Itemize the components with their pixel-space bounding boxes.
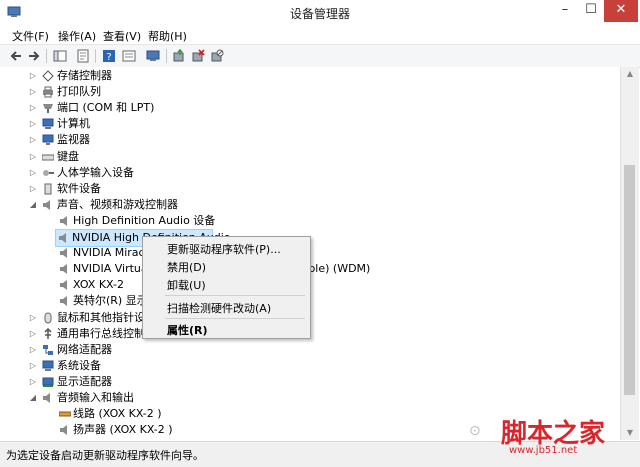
usb-icon <box>44 327 52 339</box>
properties-icon[interactable] <box>76 49 90 63</box>
expand-arrow-icon[interactable]: ▷ <box>28 100 38 116</box>
network-icon <box>43 344 53 355</box>
tree-item-label: 网络适配器 <box>57 342 112 356</box>
tree-item-label: 端口 (COM 和 LPT) <box>57 101 155 115</box>
tree-item-label: 打印队列 <box>57 85 101 99</box>
computer-icon <box>42 118 54 130</box>
svg-text:?: ? <box>106 52 111 63</box>
tree-item-label: 扬声器 (XOX KX-2 ) <box>73 423 173 437</box>
tree-item-label: 显示适配器 <box>57 374 112 388</box>
close-button[interactable]: ✕ <box>604 0 638 22</box>
expand-arrow-icon[interactable]: ▷ <box>28 165 38 181</box>
context-update-driver[interactable]: 更新驱动程序软件(P)... <box>167 241 281 257</box>
monitor-icon <box>42 134 54 146</box>
tree-item-label: High Definition Audio 设备 <box>73 213 216 227</box>
expand-arrow-icon[interactable]: ▷ <box>28 374 38 390</box>
speaker-icon <box>60 248 67 259</box>
display-adapter-icon <box>42 377 54 387</box>
expand-arrow-icon[interactable]: ▷ <box>28 116 38 132</box>
window-title: 设备管理器 <box>289 7 350 21</box>
speaker-icon <box>59 233 66 243</box>
audio-io-icon <box>43 393 50 403</box>
context-disable[interactable]: 禁用(D) <box>167 259 206 275</box>
menu-action[interactable]: 操作(A) <box>58 28 96 44</box>
speaker-icon <box>60 280 67 291</box>
update-driver-icon[interactable] <box>172 49 186 63</box>
tree-item-label: 人体学输入设备 <box>57 165 134 179</box>
speaker-icon <box>60 215 67 226</box>
tree-item-label: 监视器 <box>57 133 90 147</box>
watermark: ⊙ 脚本之家 www.jb51.net <box>443 413 640 463</box>
expand-arrow-icon[interactable]: ▷ <box>28 68 38 84</box>
expand-arrow-icon[interactable]: ▷ <box>28 149 38 165</box>
tree-item-label: 软件设备 <box>57 181 101 195</box>
title-bar: 设备管理器 – ☐ ✕ <box>0 0 640 26</box>
printer-icon <box>43 86 53 98</box>
disable-device-icon[interactable] <box>210 49 224 63</box>
scrollbar-thumb[interactable] <box>624 165 635 395</box>
tree-item-label: 声音、视频和游戏控制器 <box>57 197 178 211</box>
expand-arrow-icon[interactable]: ▷ <box>28 310 38 326</box>
system-device-icon <box>42 360 54 371</box>
expand-arrow-icon[interactable]: ▷ <box>28 342 38 358</box>
status-text: 为选定设备启动更新驱动程序软件向导。 <box>6 449 204 462</box>
context-menu: 更新驱动程序软件(P)... 禁用(D) 卸载(U) 扫描检测硬件改动(A) 属… <box>142 236 311 339</box>
context-uninstall[interactable]: 卸载(U) <box>167 277 206 293</box>
keyboard-icon <box>42 154 54 160</box>
port-icon <box>43 104 53 114</box>
vertical-scrollbar[interactable]: ▲ ▼ <box>620 67 639 440</box>
view-icon[interactable] <box>122 49 136 63</box>
menu-bar: 文件(F) 操作(A) 查看(V) 帮助(H) <box>0 26 640 44</box>
show-hide-console-tree-icon[interactable] <box>53 49 67 63</box>
maximize-button[interactable]: ☐ <box>578 0 604 22</box>
context-separator <box>165 295 305 296</box>
expand-arrow-icon[interactable]: ▷ <box>28 132 38 148</box>
scroll-up-arrow-icon[interactable]: ▲ <box>621 67 639 81</box>
line-in-icon <box>59 411 71 417</box>
back-arrow-icon[interactable] <box>9 49 23 63</box>
menu-file[interactable]: 文件(F) <box>12 28 49 44</box>
scan-hardware-monitor-icon[interactable] <box>146 49 160 63</box>
expand-arrow-icon[interactable]: ▷ <box>28 84 38 100</box>
context-properties[interactable]: 属性(R) <box>167 322 208 338</box>
speaker-icon <box>43 199 50 210</box>
speaker-icon <box>60 425 67 436</box>
help-icon[interactable]: ? <box>102 49 116 63</box>
context-separator <box>165 318 305 319</box>
speaker-icon <box>60 296 67 307</box>
speaker-icon <box>60 264 67 275</box>
mouse-icon <box>44 312 52 323</box>
expand-arrow-icon[interactable]: ▷ <box>28 358 38 374</box>
context-scan-hardware[interactable]: 扫描检测硬件改动(A) <box>167 300 271 316</box>
storage-controller-icon <box>42 70 54 82</box>
software-device-icon <box>44 183 52 195</box>
toolbar: ? <box>0 44 640 68</box>
tree-item-label: 线路 (XOX KX-2 ) <box>73 407 162 421</box>
menu-view[interactable]: 查看(V) <box>103 28 141 44</box>
tree-item-label: 音频输入和输出 <box>57 391 134 404</box>
hid-icon <box>43 169 54 176</box>
uninstall-device-icon[interactable] <box>191 49 205 63</box>
collapse-arrow-icon[interactable]: ◢ <box>28 390 38 406</box>
tree-item-label: 系统设备 <box>57 358 101 372</box>
tree-item-label: 计算机 <box>57 117 90 131</box>
watermark-url: www.jb51.net <box>509 445 578 456</box>
forward-arrow-icon[interactable] <box>27 49 41 63</box>
tree-item-label: 存储控制器 <box>57 69 112 82</box>
collapse-arrow-icon[interactable]: ◢ <box>28 197 38 213</box>
minimize-button[interactable]: – <box>552 0 578 22</box>
menu-help[interactable]: 帮助(H) <box>148 28 187 44</box>
expand-arrow-icon[interactable]: ▷ <box>28 326 38 342</box>
watermark-faint-logo: ⊙ <box>469 423 481 439</box>
expand-arrow-icon[interactable]: ▷ <box>28 181 38 197</box>
tree-item-label: 键盘 <box>57 149 79 163</box>
tree-item-label: XOX KX-2 <box>73 278 124 292</box>
